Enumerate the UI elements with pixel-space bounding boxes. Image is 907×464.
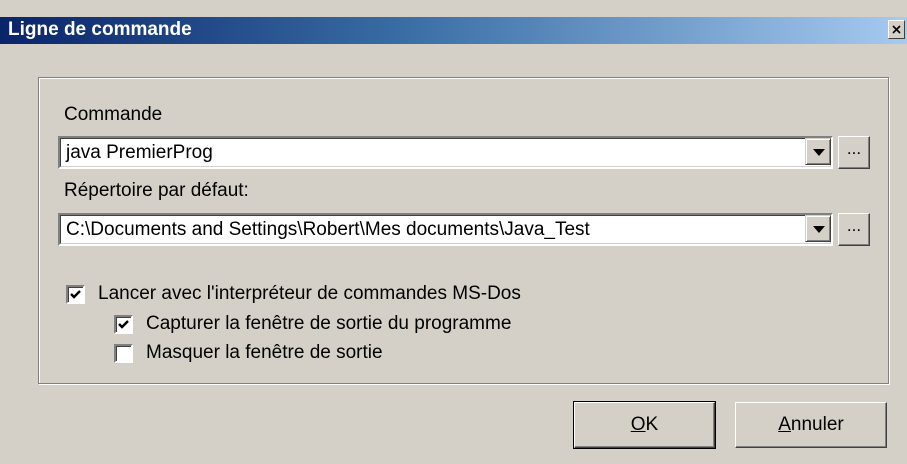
checkmark-icon [70,290,81,299]
close-button[interactable] [888,20,905,39]
command-dropdown-button[interactable] [805,138,831,165]
directory-label: Répertoire par défaut: [64,180,249,201]
launch-msdos-checkbox[interactable] [66,285,85,304]
directory-browse-label: ... [846,216,862,235]
directory-dropdown-button[interactable] [805,215,831,242]
command-browse-label: ... [846,139,862,158]
ok-label-rest: K [645,414,659,435]
close-icon [892,25,901,34]
directory-input[interactable]: C:\Documents and Settings\Robert\Mes doc… [66,219,590,241]
capture-output-checkbox[interactable] [114,315,133,334]
title-bar[interactable]: Ligne de commande [0,17,907,44]
dialog-window: Ligne de commande Commande java PremierP… [0,0,907,464]
chevron-down-icon [813,226,825,233]
command-browse-button[interactable]: ... [838,136,870,169]
cancel-button[interactable]: Annuler [735,402,887,448]
hide-output-checkbox[interactable] [114,344,133,363]
command-combobox[interactable]: java PremierProg [58,136,833,169]
chevron-down-icon [813,149,825,156]
capture-output-label: Capturer la fenêtre de sortie du program… [146,313,512,334]
directory-browse-button[interactable]: ... [838,213,870,246]
command-label: Commande [64,104,163,125]
cancel-label-rest: nnuler [790,414,844,435]
directory-combobox[interactable]: C:\Documents and Settings\Robert\Mes doc… [58,213,833,246]
hide-output-label: Masquer la fenêtre de sortie [146,342,383,363]
checkmark-icon [118,320,129,329]
ok-mnemonic: O [630,414,646,435]
ok-button[interactable]: OK [573,401,716,449]
cancel-mnemonic: A [778,414,791,435]
window-title: Ligne de commande [8,19,192,40]
command-input[interactable]: java PremierProg [66,142,213,164]
launch-msdos-label: Lancer avec l'interpréteur de commandes … [98,283,521,304]
